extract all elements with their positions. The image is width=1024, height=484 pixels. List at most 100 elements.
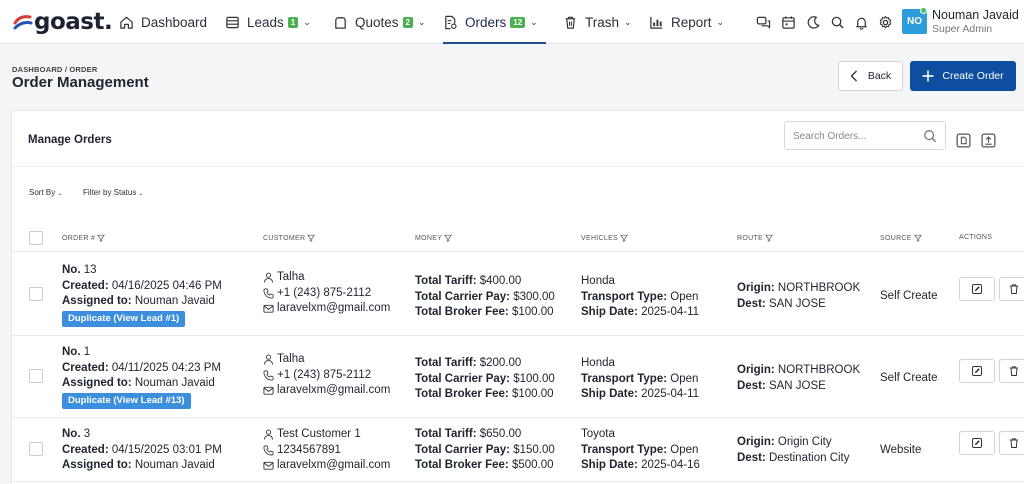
carrier-pay-value: $150.00	[513, 443, 555, 456]
origin-label: Origin:	[737, 364, 775, 376]
calendar-icon[interactable]	[781, 15, 796, 30]
edit-button[interactable]	[959, 359, 995, 383]
moon-icon[interactable]	[806, 15, 821, 30]
user-role: Super Admin	[932, 23, 993, 35]
row-checkbox[interactable]	[29, 287, 43, 301]
total-tariff-value: $400.00	[479, 275, 522, 287]
vehicle-make: Honda	[581, 357, 615, 369]
column-header-order[interactable]: ORDER #	[62, 234, 106, 242]
money-cell: Total Tariff: $400.00 Total Carrier Pay:…	[415, 274, 555, 321]
delete-button[interactable]	[999, 277, 1024, 301]
ship-date-value: 2025-04-16	[641, 459, 700, 471]
nav-leads[interactable]: Leads 1 ⌄	[225, 0, 311, 44]
avatar-initials: NO	[907, 16, 922, 27]
delete-button[interactable]	[999, 431, 1024, 455]
create-order-button[interactable]: Create Order	[910, 61, 1016, 91]
search-icon[interactable]	[830, 15, 845, 30]
customer-email[interactable]: laravelxm@gmail.com	[277, 383, 390, 399]
export-file-icon[interactable]	[955, 132, 972, 149]
created-date: 04/15/2025 03:01 PM	[111, 443, 222, 456]
nav-trash[interactable]: Trash ⌄	[563, 0, 632, 44]
nav-report[interactable]: Report ⌄	[649, 0, 724, 44]
search-orders-input[interactable]	[793, 127, 918, 145]
chevron-left-icon	[850, 70, 857, 82]
column-header-money[interactable]: MONEY	[415, 234, 453, 242]
row-checkbox[interactable]	[29, 442, 43, 456]
filter-icon[interactable]	[444, 234, 453, 242]
dest-label: Dest:	[737, 297, 766, 310]
duplicate-lead-badge[interactable]: Duplicate (View Lead #13)	[62, 392, 191, 409]
customer-email[interactable]: laravelxm@gmail.com	[277, 301, 390, 317]
filter-icon[interactable]	[620, 234, 628, 242]
logo-text: goast.	[34, 9, 113, 35]
sort-by-dropdown[interactable]: Sort By ⌄	[29, 188, 62, 197]
gear-icon[interactable]	[878, 15, 893, 30]
bar-chart-icon	[650, 16, 663, 29]
edit-button[interactable]	[959, 431, 995, 455]
origin-value: Origin City	[777, 436, 832, 448]
bell-icon[interactable]	[854, 15, 869, 30]
customer-phone[interactable]: +1 (243) 875-2112	[277, 286, 371, 302]
order-cell: No. 13 Created: 04/16/2025 04:46 PM Assi…	[62, 263, 222, 327]
customer-name: Talha	[277, 353, 305, 365]
column-header-actions: ACTIONS	[959, 234, 992, 241]
assigned-label: Assigned to:	[62, 377, 132, 389]
assigned-user: Nouman Javaid	[134, 459, 215, 471]
delete-button[interactable]	[999, 359, 1024, 383]
edit-button[interactable]	[959, 277, 995, 301]
created-label: Created:	[62, 279, 109, 292]
user-icon	[263, 429, 274, 440]
row-divider	[12, 335, 1024, 336]
edit-icon	[972, 438, 982, 448]
assigned-label: Assigned to:	[62, 459, 132, 471]
search-box[interactable]	[784, 121, 946, 150]
row-checkbox[interactable]	[29, 369, 43, 383]
customer-phone[interactable]: 1234567891	[277, 443, 341, 459]
edit-icon	[972, 366, 982, 376]
logo[interactable]: goast.	[12, 8, 113, 36]
order-number[interactable]: 13	[84, 264, 97, 276]
nav-quotes[interactable]: Quotes 2 ⌄	[333, 0, 426, 44]
transport-type-value: Open	[670, 372, 699, 385]
column-header-route[interactable]: ROUTE	[737, 234, 773, 242]
search-icon[interactable]	[923, 129, 937, 143]
customer-phone[interactable]: +1 (243) 875-2112	[277, 368, 371, 384]
user-icon	[263, 354, 274, 365]
assigned-user: Nouman Javaid	[134, 295, 215, 307]
nav-orders[interactable]: Orders 12 ⌄	[443, 0, 546, 44]
chevron-down-icon: ⌄	[530, 16, 538, 27]
nav-orders-label: Orders	[465, 14, 507, 30]
filter-icon[interactable]	[307, 234, 316, 242]
money-header-label: MONEY	[415, 234, 443, 242]
chevron-down-icon: ⌄	[624, 16, 632, 27]
order-number[interactable]: 1	[84, 346, 90, 358]
filter-icon[interactable]	[913, 234, 922, 242]
transport-type-value: Open	[670, 443, 699, 456]
user-icon	[263, 272, 274, 283]
breadcrumb: DASHBOARD / ORDER	[12, 65, 98, 74]
home-icon	[120, 16, 133, 29]
card-title: Manage Orders	[28, 134, 112, 146]
order-number[interactable]: 3	[84, 428, 90, 440]
mail-icon	[263, 305, 274, 313]
user-name[interactable]: Nouman Javaid	[932, 8, 1019, 22]
upload-icon[interactable]	[980, 132, 997, 149]
customer-email[interactable]: laravelxm@gmail.com	[277, 458, 390, 474]
filter-status-dropdown[interactable]: Filter by Status ⌄	[83, 188, 143, 197]
created-label: Created:	[62, 443, 109, 456]
carrier-pay-label: Total Carrier Pay:	[415, 443, 511, 456]
column-header-customer[interactable]: CUSTOMER	[263, 234, 316, 242]
filter-icon[interactable]	[765, 234, 773, 242]
nav-dashboard[interactable]: Dashboard	[119, 0, 207, 44]
select-all-checkbox[interactable]	[29, 231, 43, 245]
dest-value: SAN JOSE	[768, 297, 826, 310]
duplicate-lead-badge[interactable]: Duplicate (View Lead #1)	[62, 310, 186, 327]
filter-icon[interactable]	[97, 234, 106, 242]
column-header-source[interactable]: SOURCE	[880, 234, 922, 242]
carrier-pay-value: $300.00	[513, 290, 555, 303]
chat-icon[interactable]	[756, 15, 771, 30]
back-button[interactable]: Back	[838, 61, 903, 91]
orders-count-badge: 12	[510, 16, 526, 28]
vehicle-make: Toyota	[581, 428, 615, 440]
column-header-vehicles[interactable]: VEHICLES	[581, 234, 628, 242]
